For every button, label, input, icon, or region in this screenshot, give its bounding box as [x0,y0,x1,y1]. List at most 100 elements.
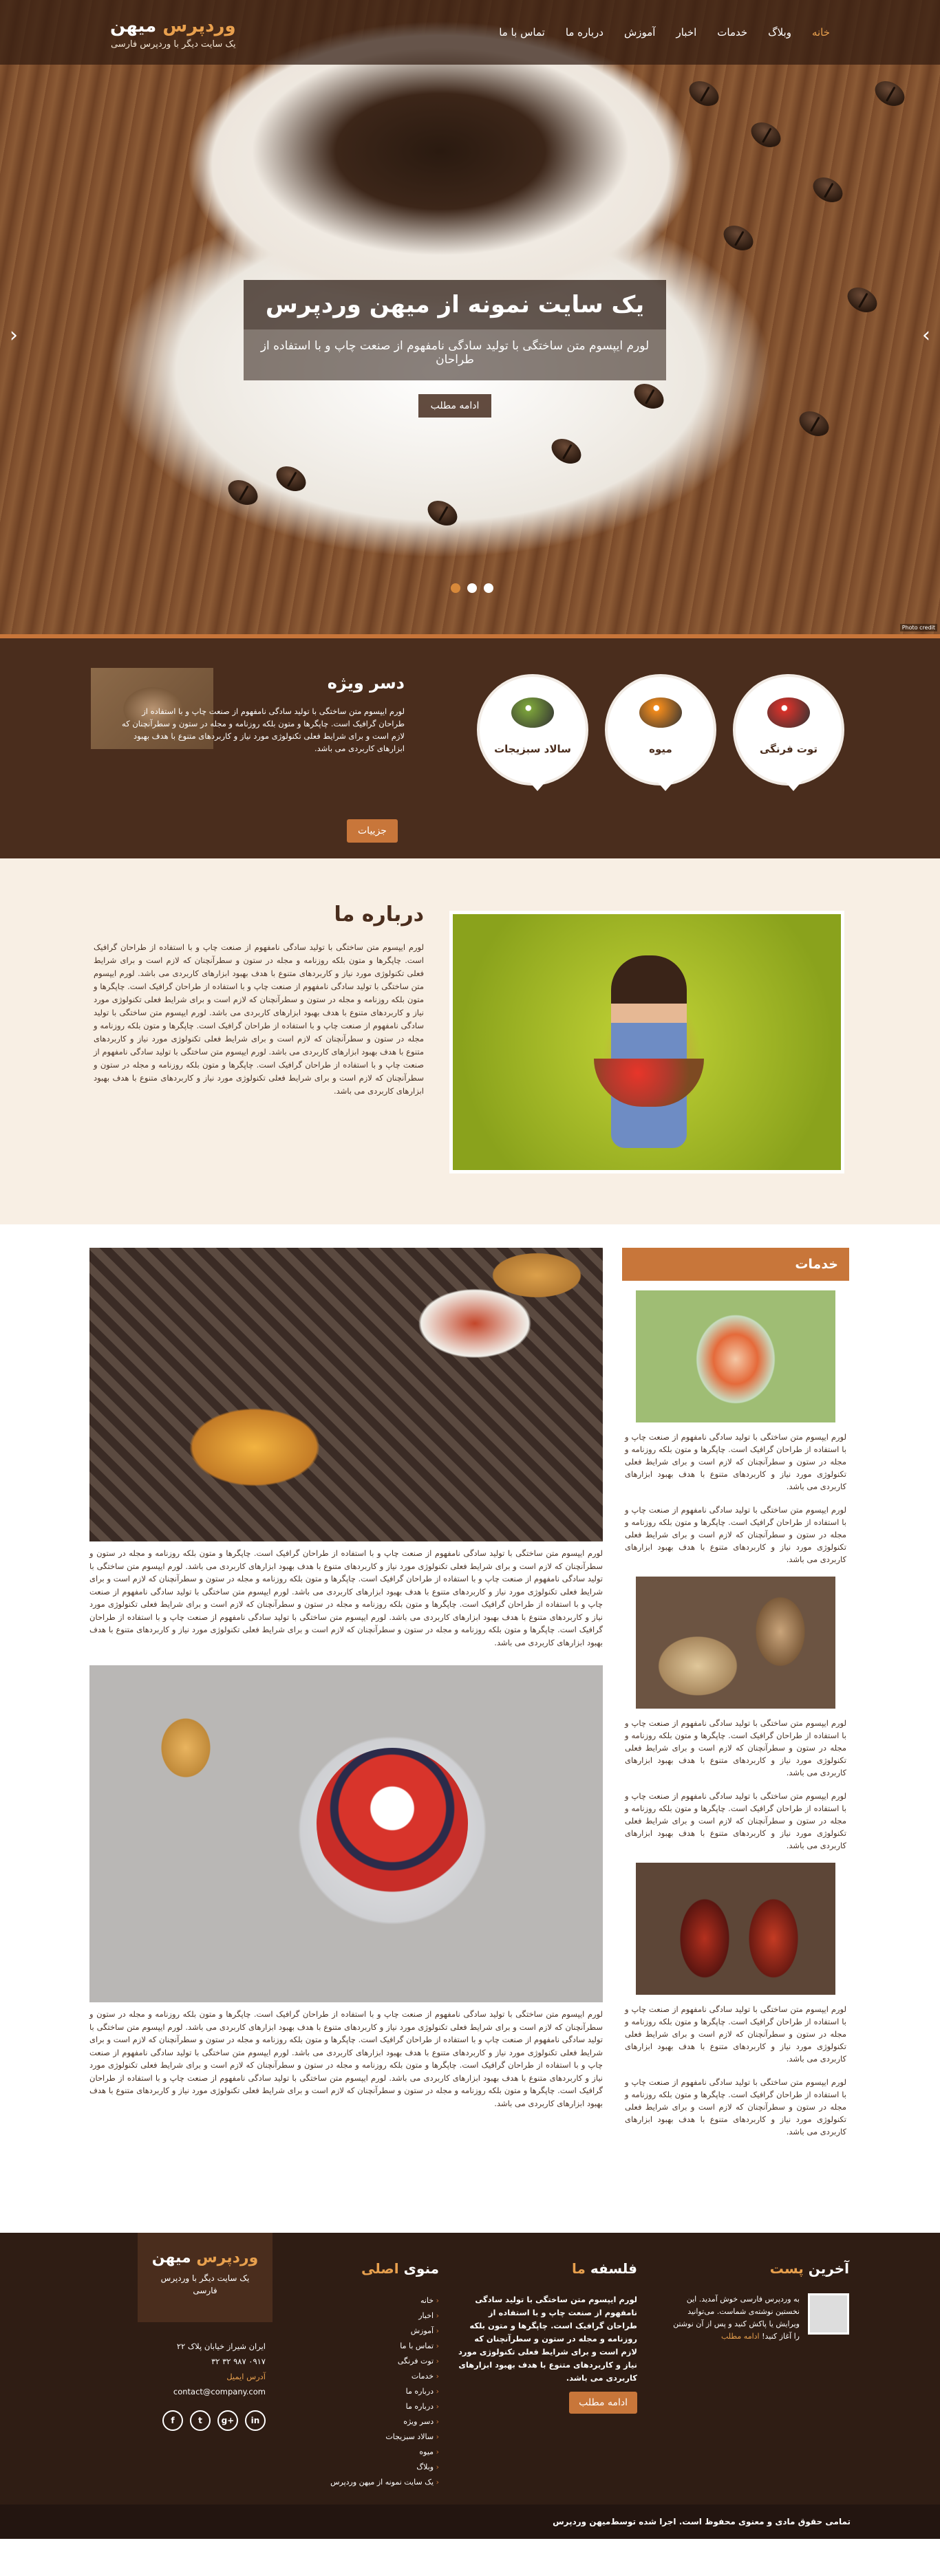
hero-slider: خانه وبلاگ خدمات اخبار آموزش درباره ما تماس با… [0,0,940,634]
copyright-text: تمامی حقوق مادی و معنوی محفوظ است. اجرا … [610,2517,851,2526]
special-section: سالاد سبزیجات میوه توت فرنگی دسر ویژه لورم… [0,634,940,858]
about-section: درباره ما لورم ایپسوم متن ساختگی با تولی… [0,858,940,1224]
slider-dot[interactable] [484,583,493,593]
copyright-bar: تمامی حقوق مادی و معنوی محفوظ است. اجرا … [0,2504,940,2539]
coffee-bean-image [719,220,758,256]
slider-read-more-button[interactable]: ادامه مطلب [418,394,492,418]
post-image-sandwich[interactable] [89,1248,603,1541]
category-circle[interactable]: میوه [605,674,716,791]
footer-menu-item[interactable]: تماس با ما [322,2339,439,2354]
category-label: سالاد سبزیجات [494,743,571,755]
brand-main: میهن [110,15,157,36]
footer-menu-item[interactable]: خانه [322,2293,439,2308]
coffee-bean-image [272,461,310,497]
strawberry-plate [317,1748,468,1899]
contact-email-label: آدرس ایمیل [226,2372,266,2381]
footer-menu: منوی اصلی خانهاخبارآموزشتماس با ماتوت فر… [322,2260,439,2490]
contact-address: ایران شیراز خیابان پلاک ۲۲ [176,2341,266,2351]
details-button[interactable]: جزییات [347,819,398,843]
site-header: خانه وبلاگ خدمات اخبار آموزش درباره ما تماس با… [0,0,940,65]
service-image-drink [636,1290,835,1422]
dessert-title: دسر ویژه [327,673,405,693]
slider-dot[interactable] [467,583,477,593]
footer-menu-item[interactable]: میوه [322,2445,439,2460]
contact-info: ایران شیراز خیابان پلاک ۲۲ ۰۹۱۷ ۹۸۷ ۳۲ ۳… [138,2339,273,2399]
google-plus-icon[interactable]: g+ [217,2410,238,2431]
footer-brand-main: میهن [151,2249,191,2266]
philosophy-title-accent: ما [571,2260,586,2277]
chevron-left-icon: ‹ [10,323,18,347]
footer-menu-title: منوی اصلی [322,2260,439,2277]
linkedin-icon[interactable]: in [245,2410,266,2431]
site-title[interactable]: وردپرس میهن [110,16,236,36]
twitter-icon[interactable]: t [190,2410,211,2431]
recent-post-thumb [808,2293,849,2335]
category-circle[interactable]: توت فرنگی [733,674,844,791]
nav-item[interactable]: درباره ما [566,22,603,43]
service-image-nuts [636,1577,835,1709]
slider-text: لورم ایپسوم متن ساختگی با تولید سادگی نا… [244,329,666,380]
slider-next-button[interactable]: › [922,323,930,347]
contact-phone: ۰۹۱۷ ۹۸۷ ۳۲ ۳۲ [211,2357,266,2366]
footer-menu-item[interactable]: آموزش [322,2324,439,2339]
footer-menu-item[interactable]: یک سایت نمونه از میهن وردپرس [322,2475,439,2490]
category-label: توت فرنگی [759,743,818,755]
philosophy-read-more-button[interactable]: ادامه مطلب [569,2392,637,2414]
service-text: لورم ایپسوم متن ساختگی با تولید سادگی نا… [625,1432,846,1491]
post-image-strawberries[interactable] [89,1665,603,2002]
footer-menu-item[interactable]: توت فرنگی [322,2354,439,2369]
footer-menu-list: خانهاخبارآموزشتماس با ماتوت فرنگیخدماتدر… [322,2293,439,2490]
recent-post-text: به وردپرس فارسی خوش آمدید. این نخستین نو… [670,2293,800,2343]
recent-title-accent: پست [769,2260,804,2277]
slider-title: یک سایت نمونه از میهن وردپرس [244,280,666,329]
category-circle[interactable]: سالاد سبزیجات [477,674,588,791]
footer-menu-item[interactable]: وبلاگ [322,2460,439,2475]
salad-icon [511,697,554,728]
copyright-link[interactable]: میهن وردپرس [553,2517,610,2526]
recent-post-item[interactable]: به وردپرس فارسی خوش آمدید. این نخستین نو… [670,2293,849,2343]
service-text: لورم ایپسوم متن ساختگی با تولید سادگی نا… [625,2004,846,2064]
post-text: لورم ایپسوم متن ساختگی با تولید سادگی نا… [89,1548,603,1647]
footer-menu-item[interactable]: اخبار [322,2308,439,2324]
nav-item[interactable]: خدمات [717,22,747,43]
footer-menu-item[interactable]: دسر ویژه [322,2414,439,2429]
fruit-basket [594,1059,704,1107]
nav-item[interactable]: اخبار [676,22,696,43]
philosophy-widget: فلسفه ما لورم ایپسوم متن ساختگی با تولید… [456,2260,637,2414]
about-title: درباره ما [334,902,424,927]
services-sidebar: خدمات لورم ایپسوم متن ساختگی با تولید سا… [622,1248,849,2149]
footer-brand-tagline: یک سایت دیگر با وردپرس فارسی [160,2273,250,2295]
footer-brand-accent: وردپرس [196,2249,259,2266]
slider-dot[interactable] [451,583,460,593]
brand-accent: وردپرس [162,15,236,36]
coffee-bean-image [870,76,909,111]
service-image-sauce [636,1863,835,1995]
footer-menu-title-main: منوی [403,2260,439,2277]
about-text: لورم ایپسوم متن ساختگی با تولید سادگی نا… [94,942,424,1096]
recent-title: آخرین پست [670,2260,849,2277]
contact-email[interactable]: contact@company.com [138,2384,266,2399]
footer-menu-item[interactable]: درباره ما [322,2384,439,2399]
category-circles: سالاد سبزیجات میوه توت فرنگی [477,674,844,791]
nav-item[interactable]: تماس با ما [499,22,545,43]
nav-item[interactable]: خانه [812,22,830,43]
posts-column: لورم ایپسوم متن ساختگی با تولید سادگی نا… [89,1248,603,2126]
philosophy-title: فلسفه ما [456,2260,637,2277]
service-text: لورم ایپسوم متن ساختگی با تولید سادگی نا… [625,1718,846,1777]
slider-prev-button[interactable]: ‹ [10,323,18,347]
photo-credit: Photo credit [899,624,937,631]
service-text: لورم ایپسوم متن ساختگی با تولید سادگی نا… [625,1505,846,1564]
footer-menu-item[interactable]: درباره ما [322,2399,439,2414]
coffee-bean-image [795,406,833,442]
footer-menu-item[interactable]: سالاد سبزیجات [322,2429,439,2445]
nav-item[interactable]: وبلاگ [768,22,791,43]
coffee-bean-image [747,117,785,153]
footer-menu-title-accent: اصلی [361,2260,399,2277]
nav-item[interactable]: آموزش [624,22,656,43]
site-brand[interactable]: وردپرس میهن یک سایت دیگر با وردپرس فارسی [110,16,236,50]
dessert-text: لورم ایپسوم متن ساختگی با تولید سادگی نا… [122,706,405,753]
footer-menu-item[interactable]: خدمات [322,2369,439,2384]
recent-read-more-link[interactable]: ادامه مطلب [721,2332,760,2341]
footer-contact: وردپرس میهن یک سایت دیگر با وردپرس فارسی… [138,2233,273,2431]
facebook-icon[interactable]: f [162,2410,183,2431]
